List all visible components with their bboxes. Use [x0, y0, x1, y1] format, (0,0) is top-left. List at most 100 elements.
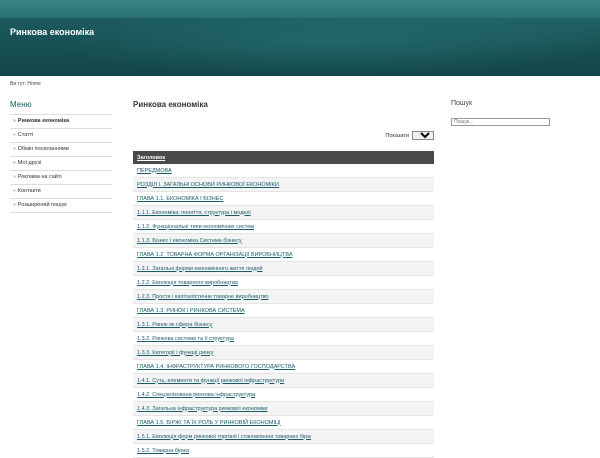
sidebar-menu-item-label: Контакти — [17, 188, 41, 194]
article-link[interactable]: 1.4.2. Спеціалізована ринкова інфраструк… — [137, 392, 255, 398]
table-row: 1.4.1. Суть, елементи та функції ринково… — [133, 373, 434, 388]
table-row: 1.4.2. Спеціалізована ринкова інфраструк… — [133, 387, 434, 402]
sidebar-menu-item[interactable]: » Мої друзі — [10, 157, 112, 171]
article-link[interactable]: 1.1.1. Економіка: поняття, структура і м… — [137, 210, 251, 216]
sidebar-menu-item[interactable]: » Реклама на сайті — [10, 171, 112, 185]
sidebar-menu-item[interactable]: » Розширений пошук — [10, 199, 112, 213]
article-link[interactable]: РОЗДІЛ І. ЗАГАЛЬНІ ОСНОВИ РИНКОВОЇ ЕКОНО… — [137, 182, 279, 188]
search-input[interactable] — [451, 118, 550, 126]
table-cell: РОЗДІЛ І. ЗАГАЛЬНІ ОСНОВИ РИНКОВОЇ ЕКОНО… — [133, 177, 434, 192]
table-cell: 1.3.3. Категорії і функції ринку — [133, 345, 434, 360]
breadcrumb: Ви тут: Home — [10, 81, 41, 87]
table-row: 1.5.2. Товарна біржа — [133, 443, 434, 458]
contents-table: Заголовок ПЕРЕДМОВА РОЗДІЛ І. ЗАГАЛЬНІ ОС… — [133, 151, 434, 458]
table-row: ПЕРЕДМОВА — [133, 164, 434, 178]
table-cell: 1.4.2. Спеціалізована ринкова інфраструк… — [133, 387, 434, 402]
table-row: РОЗДІЛ І. ЗАГАЛЬНІ ОСНОВИ РИНКОВОЇ ЕКОНО… — [133, 177, 434, 192]
sidebar-menu: Меню » Ринкова економіка» Статті» Обмін пос… — [10, 100, 112, 213]
menu-bullet-icon: » — [13, 132, 16, 138]
article-link[interactable]: 1.2.3. Просте і капіталістичне товарне в… — [137, 294, 269, 300]
table-row: 1.1.3. Бізнес і економіка Система бізнес… — [133, 233, 434, 248]
sidebar-menu-item-label: Розширений пошук — [17, 202, 67, 208]
table-row: 1.3.3. Категорії і функції ринку — [133, 345, 434, 360]
article-link[interactable]: ГЛАВА 1.5. БІРЖІ ТА ЇХ РОЛЬ У РИНКОВІЙ Е… — [137, 420, 281, 426]
table-cell: 1.2.1. Загальні форми економічного життя… — [133, 261, 434, 276]
table-row: ГЛАВА 1.3. РИНОК І РИНКОВА СИСТЕМА — [133, 303, 434, 318]
header-top-strip — [0, 0, 600, 18]
article-link[interactable]: 1.4.1. Суть, елементи та функції ринково… — [137, 378, 284, 384]
page-title: Ринкова економіка — [133, 100, 208, 109]
table-row: 1.4.3. Загальна інфраструктура ринкової … — [133, 401, 434, 416]
article-link[interactable]: ГЛАВА 1.2. ТОВАРНА ФОРМА ОРГАНІЗАЦІЇ ВИР… — [137, 252, 293, 258]
search-title: Пошук — [451, 100, 473, 107]
article-link[interactable]: 1.1.2. Функціональні типи економічних си… — [137, 224, 254, 230]
sidebar-menu-item-label: Мої друзі — [17, 160, 42, 166]
menu-bullet-icon: » — [13, 174, 16, 180]
menu-bullet-icon: » — [13, 118, 16, 124]
menu-bullet-icon: » — [13, 160, 16, 166]
table-cell: 1.4.3. Загальна інфраструктура ринкової … — [133, 401, 434, 416]
table-row: ГЛАВА 1.2. ТОВАРНА ФОРМА ОРГАНІЗАЦІЇ ВИР… — [133, 247, 434, 262]
menu-list: » Ринкова економіка» Статті» Обмін посиланн… — [10, 114, 112, 213]
article-link[interactable]: 1.5.1. Еволюція форм ринкової торгівлі і… — [137, 434, 311, 440]
article-link[interactable]: 1.3.2. Ринкова система та її структура — [137, 336, 234, 342]
search-panel: Пошук — [451, 100, 550, 128]
header-banner: Ринкова економіка — [0, 0, 600, 76]
table-cell: 1.3.1. Ринок як сфера бізнесу — [133, 317, 434, 332]
sidebar-menu-item[interactable]: » Ринкова економіка — [10, 115, 112, 129]
table-cell: 1.3.2. Ринкова система та її структура — [133, 331, 434, 346]
article-link[interactable]: 1.3.3. Категорії і функції ринку — [137, 350, 213, 356]
table-cell: 1.5.1. Еволюція форм ринкової торгівлі і… — [133, 429, 434, 444]
article-link[interactable]: 1.1.3. Бізнес і економіка Система бізнес… — [137, 238, 242, 244]
menu-title: Меню — [10, 100, 32, 109]
table-row: 1.3.1. Ринок як сфера бізнесу — [133, 317, 434, 332]
menu-bullet-icon: » — [13, 188, 16, 194]
site-title[interactable]: Ринкова економіка — [10, 27, 94, 37]
article-link[interactable]: ГЛАВА 1.3. РИНОК І РИНКОВА СИСТЕМА — [137, 308, 245, 314]
display-limit-select[interactable]: Всі — [412, 131, 434, 140]
article-link[interactable]: ГЛАВА 1.4. ІНФРАСТРУКТУРА РИНКОВОГО ГОСП… — [137, 364, 295, 370]
table-row: ГЛАВА 1.4. ІНФРАСТРУКТУРА РИНКОВОГО ГОСП… — [133, 359, 434, 374]
sidebar-menu-item-label: Статті — [17, 132, 34, 138]
article-link[interactable]: 1.2.1. Загальні форми економічного життя… — [137, 266, 262, 272]
article-link[interactable]: ГЛАВА 1.1. ЕКОНОМІКА І БІЗНЕС — [137, 196, 223, 202]
table-row: 1.5.1. Еволюція форм ринкової торгівлі і… — [133, 429, 434, 444]
sidebar-menu-item[interactable]: » Контакти — [10, 185, 112, 199]
table-cell: ГЛАВА 1.5. БІРЖІ ТА ЇХ РОЛЬ У РИНКОВІЙ Е… — [133, 415, 434, 430]
table-cell: ГЛАВА 1.2. ТОВАРНА ФОРМА ОРГАНІЗАЦІЇ ВИР… — [133, 247, 434, 262]
sidebar-menu-item[interactable]: » Статті — [10, 129, 112, 143]
table-row: 1.2.3. Просте і капіталістичне товарне в… — [133, 289, 434, 304]
display-limit-label: Показати — [385, 132, 409, 139]
menu-bullet-icon: » — [13, 146, 16, 152]
sidebar-menu-item-label: Реклама на сайті — [17, 174, 62, 180]
article-link[interactable]: 1.5.2. Товарна біржа — [137, 448, 189, 454]
sidebar-menu-item[interactable]: » Обмін посиланнями — [10, 143, 112, 157]
sidebar-menu-item-label: Ринкова економіка — [17, 118, 70, 124]
table-row: 1.2.1. Загальні форми економічного життя… — [133, 261, 434, 276]
table-row: 1.2.2. Еволюція товарного виробництва — [133, 275, 434, 290]
article-link[interactable]: 1.3.1. Ринок як сфера бізнесу — [137, 322, 212, 328]
table-cell: 1.1.2. Функціональні типи економічних си… — [133, 219, 434, 234]
table-cell: 1.1.1. Економіка: поняття, структура і м… — [133, 205, 434, 220]
article-link[interactable]: 1.2.2. Еволюція товарного виробництва — [137, 280, 238, 286]
table-cell: 1.2.3. Просте і капіталістичне товарне в… — [133, 289, 434, 304]
table-cell: 1.4.1. Суть, елементи та функції ринково… — [133, 373, 434, 388]
menu-bullet-icon: » — [13, 202, 16, 208]
article-link[interactable]: ПЕРЕДМОВА — [137, 168, 172, 174]
main-content: Ринкова економіка Показати Всі Заголовок… — [133, 100, 434, 458]
sidebar-menu-item-label: Обмін посиланнями — [17, 146, 69, 152]
display-limit: Показати Всі — [381, 131, 434, 140]
table-cell: 1.1.3. Бізнес і економіка Система бізнес… — [133, 233, 434, 248]
column-header-title[interactable]: Заголовок — [133, 151, 434, 164]
table-cell: ГЛАВА 1.1. ЕКОНОМІКА І БІЗНЕС — [133, 191, 434, 206]
table-header-row: Заголовок — [133, 151, 434, 164]
table-row: 1.3.2. Ринкова система та її структура — [133, 331, 434, 346]
table-cell: 1.5.2. Товарна біржа — [133, 443, 434, 458]
table-row: 1.1.1. Економіка: поняття, структура і м… — [133, 205, 434, 220]
table-cell: ГЛАВА 1.4. ІНФРАСТРУКТУРА РИНКОВОГО ГОСП… — [133, 359, 434, 374]
table-cell: ПЕРЕДМОВА — [133, 164, 434, 178]
table-cell: ГЛАВА 1.3. РИНОК І РИНКОВА СИСТЕМА — [133, 303, 434, 318]
article-link[interactable]: 1.4.3. Загальна інфраструктура ринкової … — [137, 406, 267, 412]
table-cell: 1.2.2. Еволюція товарного виробництва — [133, 275, 434, 290]
table-row: 1.1.2. Функціональні типи економічних си… — [133, 219, 434, 234]
